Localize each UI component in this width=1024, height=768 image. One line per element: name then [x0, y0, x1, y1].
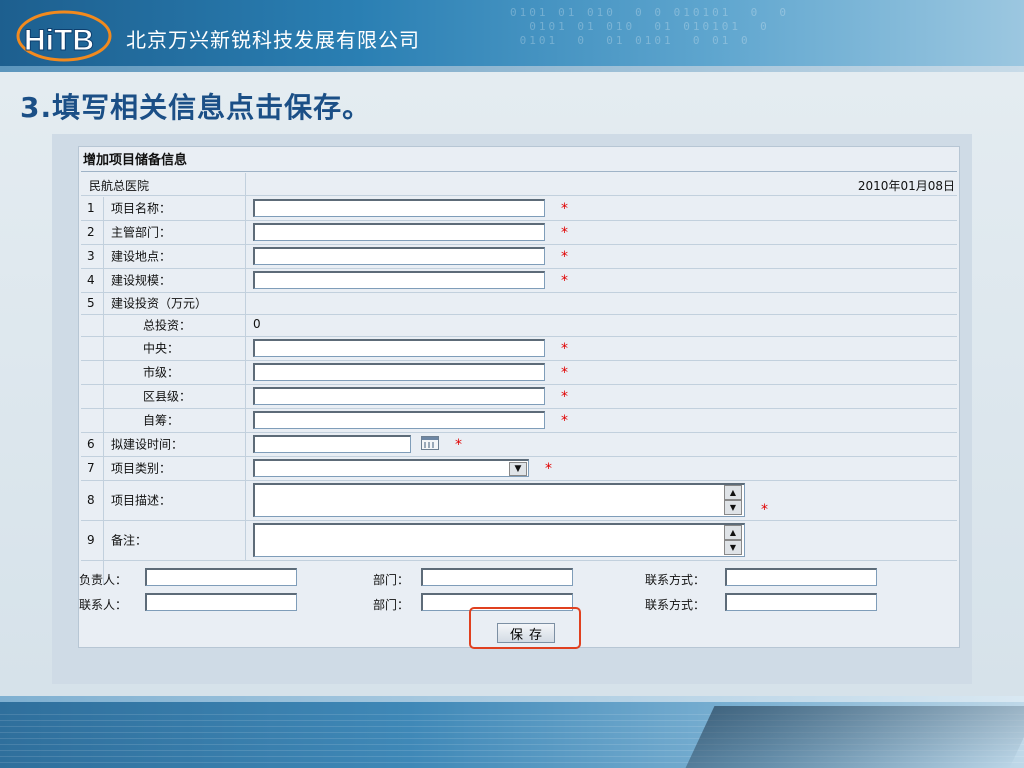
self-funded-input[interactable]	[253, 411, 545, 429]
row-label: 建设地点：	[111, 249, 172, 264]
calendar-icon[interactable]	[421, 436, 439, 450]
row-number: 5	[87, 296, 95, 310]
row-label: 市级：	[143, 365, 180, 380]
total-investment-value: 0	[253, 317, 261, 331]
banner-digits-decoration: 0101 01 010 0 0 010101 0 0 0101 01 010 0…	[510, 6, 790, 47]
district-investment-input[interactable]	[253, 387, 545, 405]
logo-text: HiTB	[24, 24, 94, 57]
row-label: 项目类别：	[111, 461, 172, 476]
required-mark: *	[561, 389, 568, 405]
row-label: 主管部门：	[111, 225, 172, 240]
row-label: 拟建设时间：	[111, 437, 184, 452]
row-number: 4	[87, 273, 95, 287]
table-row: 1 项目名称： *	[81, 196, 957, 221]
table-row: 中央： *	[81, 336, 957, 361]
required-mark: *	[561, 225, 568, 241]
row-label: 建设投资（万元）	[111, 296, 208, 311]
scrollbar[interactable]: ▲ ▼	[724, 525, 742, 555]
row-number: 9	[87, 533, 95, 547]
row-label: 建设规模：	[111, 273, 172, 288]
contact-method-input[interactable]	[725, 593, 877, 611]
table-row: 8 项目描述： ▲ ▼ *	[81, 480, 957, 521]
required-mark: *	[455, 437, 462, 453]
responsible-person-label: 负责人：	[79, 573, 128, 587]
table-row: 自筹： *	[81, 408, 957, 433]
footer-banner	[0, 696, 1024, 768]
save-button[interactable]: 保存	[497, 623, 555, 643]
required-mark: *	[761, 502, 768, 518]
table-row: 7 项目类别： ▼ *	[81, 456, 957, 481]
company-name: 北京万兴新锐科技发展有限公司	[126, 28, 420, 52]
responsible-contact-input[interactable]	[725, 568, 877, 586]
responsible-person-input[interactable]	[145, 568, 297, 586]
save-highlight-box: 保存	[469, 607, 581, 649]
row-number: 1	[87, 201, 95, 215]
required-mark: *	[561, 341, 568, 357]
scrollbar[interactable]: ▲ ▼	[724, 485, 742, 515]
required-mark: *	[545, 461, 552, 477]
department-input[interactable]	[253, 223, 545, 241]
contact-person-label: 联系人：	[79, 598, 128, 612]
row-number: 7	[87, 461, 95, 475]
hitb-logo: HiTB	[16, 10, 112, 62]
scale-input[interactable]	[253, 271, 545, 289]
contact-method-label: 联系方式：	[645, 573, 706, 587]
responsible-dept-input[interactable]	[421, 568, 573, 586]
table-row: 6 拟建设时间： *	[81, 432, 957, 457]
row-number: 2	[87, 225, 95, 239]
required-mark: *	[561, 249, 568, 265]
row-label: 项目名称：	[111, 201, 172, 216]
central-investment-input[interactable]	[253, 339, 545, 357]
dept-label: 部门：	[373, 573, 410, 587]
header-banner: 0101 01 010 0 0 010101 0 0 0101 01 010 0…	[0, 0, 1024, 72]
project-name-input[interactable]	[253, 199, 545, 217]
row-label: 项目描述：	[111, 493, 172, 508]
table-row: 总投资： 0	[81, 314, 957, 337]
required-mark: *	[561, 413, 568, 429]
row-label: 自筹：	[143, 413, 180, 428]
table-row	[81, 173, 957, 196]
row-label: 中央：	[143, 341, 180, 356]
row-number: 8	[87, 493, 95, 507]
form-title-divider	[81, 171, 957, 172]
row-label: 总投资：	[143, 318, 192, 333]
table-row: 区县级： *	[81, 384, 957, 409]
table-row: 市级： *	[81, 360, 957, 385]
planned-time-input[interactable]	[253, 435, 411, 453]
table-row: 5 建设投资（万元）	[81, 292, 957, 315]
row-number: 6	[87, 437, 95, 451]
scroll-up-icon[interactable]: ▲	[724, 525, 742, 540]
table-row: 9 备注： ▲ ▼	[81, 520, 957, 561]
table-row: 4 建设规模： *	[81, 268, 957, 293]
city-investment-input[interactable]	[253, 363, 545, 381]
row-label: 备注：	[111, 533, 148, 548]
keyboard-image	[685, 706, 1024, 768]
project-description-textarea[interactable]: ▲ ▼	[253, 483, 745, 517]
dept-label: 部门：	[373, 598, 410, 612]
remarks-textarea[interactable]: ▲ ▼	[253, 523, 745, 557]
project-category-select[interactable]: ▼	[253, 459, 529, 477]
location-input[interactable]	[253, 247, 545, 265]
row-number: 3	[87, 249, 95, 263]
table-row: 3 建设地点： *	[81, 244, 957, 269]
table-row: 2 主管部门： *	[81, 220, 957, 245]
form-title: 增加项目储备信息	[83, 153, 188, 168]
scroll-up-icon[interactable]: ▲	[724, 485, 742, 500]
required-mark: *	[561, 201, 568, 217]
required-mark: *	[561, 273, 568, 289]
row-label: 区县级：	[143, 389, 192, 404]
scroll-down-icon[interactable]: ▼	[724, 540, 742, 555]
contact-method-label: 联系方式：	[645, 598, 706, 612]
chevron-down-icon[interactable]: ▼	[509, 462, 527, 476]
scroll-down-icon[interactable]: ▼	[724, 500, 742, 515]
slide-heading: 3.填写相关信息点击保存。	[20, 91, 372, 124]
contact-person-input[interactable]	[145, 593, 297, 611]
required-mark: *	[561, 365, 568, 381]
project-form: 增加项目储备信息 民航总医院 2010年01月08日 1 项目名称： * 2 主…	[78, 146, 960, 649]
